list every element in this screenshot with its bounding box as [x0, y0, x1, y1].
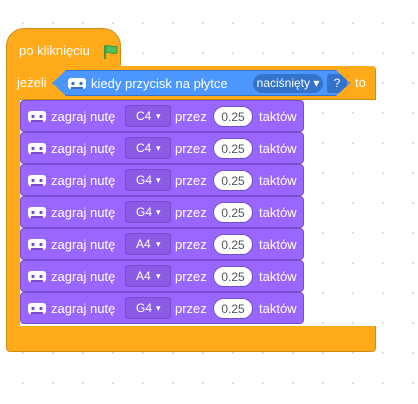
note-value: G4	[136, 173, 153, 187]
beats-input[interactable]: 0.25	[213, 138, 253, 159]
beats-unit-label: taktów	[259, 205, 297, 220]
beats-input[interactable]: 0.25	[213, 170, 253, 191]
if-label: jeżeli	[17, 75, 47, 90]
play-note-block[interactable]: zagraj nutę C4 ▾ przez 0.25 taktów	[20, 100, 304, 132]
beats-unit-label: taktów	[259, 237, 297, 252]
for-label: przez	[175, 205, 207, 220]
note-dropdown[interactable]: G4 ▾	[125, 297, 171, 319]
play-note-block[interactable]: zagraj nutę G4 ▾ przez 0.25 taktów	[20, 196, 304, 228]
play-note-label: zagraj nutę	[51, 109, 116, 124]
note-value: A4	[136, 237, 151, 251]
note-dropdown[interactable]: C4 ▾	[125, 105, 171, 127]
play-note-label: zagraj nutę	[51, 301, 116, 316]
beats-unit-label: taktów	[259, 109, 297, 124]
for-label: przez	[175, 237, 207, 252]
microbit-icon	[28, 111, 46, 122]
note-value: G4	[136, 205, 153, 219]
chevron-down-icon: ▾	[156, 271, 161, 281]
play-note-label: zagraj nutę	[51, 141, 116, 156]
chevron-down-icon: ▾	[156, 239, 161, 249]
note-value: C4	[136, 109, 152, 123]
play-note-label: zagraj nutę	[51, 173, 116, 188]
beats-input[interactable]: 0.25	[213, 106, 253, 127]
play-note-block[interactable]: zagraj nutę A4 ▾ przez 0.25 taktów	[20, 260, 304, 292]
chevron-down-icon: ▾	[156, 143, 161, 153]
when-flag-clicked-block[interactable]: po kliknięciu	[6, 28, 121, 68]
microbit-icon	[28, 239, 46, 250]
beats-input[interactable]: 0.25	[213, 234, 253, 255]
hat-label: po kliknięciu	[19, 43, 90, 58]
microbit-icon	[67, 76, 87, 91]
beats-unit-label: taktów	[259, 173, 297, 188]
note-value: A4	[136, 269, 151, 283]
then-label: to	[355, 75, 366, 90]
microbit-icon	[28, 303, 46, 314]
play-note-label: zagraj nutę	[51, 269, 116, 284]
for-label: przez	[175, 173, 207, 188]
play-note-label: zagraj nutę	[51, 205, 116, 220]
green-flag-icon	[104, 44, 118, 59]
note-value: C4	[136, 141, 152, 155]
beats-unit-label: taktów	[259, 269, 297, 284]
microbit-icon	[28, 175, 46, 186]
button-pressed-condition[interactable]: kiedy przycisk na płytce naciśnięty ▾ ?	[52, 70, 350, 96]
beats-input[interactable]: 0.25	[213, 298, 253, 319]
note-dropdown[interactable]: G4 ▾	[125, 201, 171, 223]
for-label: przez	[175, 301, 207, 316]
chevron-down-icon: ▾	[156, 175, 161, 185]
beats-unit-label: taktów	[259, 141, 297, 156]
play-note-label: zagraj nutę	[51, 237, 116, 252]
microbit-icon	[28, 207, 46, 218]
condition-label: kiedy przycisk na płytce	[91, 76, 228, 91]
beats-input[interactable]: 0.25	[213, 266, 253, 287]
play-note-block[interactable]: zagraj nutę G4 ▾ przez 0.25 taktów	[20, 292, 304, 324]
note-value: G4	[136, 301, 153, 315]
for-label: przez	[175, 141, 207, 156]
play-note-block[interactable]: zagraj nutę C4 ▾ przez 0.25 taktów	[20, 132, 304, 164]
for-label: przez	[175, 109, 207, 124]
microbit-icon	[28, 143, 46, 154]
chevron-down-icon: ▾	[156, 207, 161, 217]
note-dropdown[interactable]: G4 ▾	[125, 169, 171, 191]
note-dropdown[interactable]: A4 ▾	[125, 265, 171, 287]
button-state-dropdown[interactable]: naciśnięty ▾	[253, 74, 323, 93]
play-note-block[interactable]: zagraj nutę G4 ▾ przez 0.25 taktów	[20, 164, 304, 196]
note-dropdown[interactable]: A4 ▾	[125, 233, 171, 255]
if-block-footer	[6, 326, 376, 352]
chevron-down-icon: ▾	[156, 303, 161, 313]
if-block-arm	[6, 99, 20, 327]
beats-input[interactable]: 0.25	[213, 202, 253, 223]
microbit-icon	[28, 271, 46, 282]
note-dropdown[interactable]: C4 ▾	[125, 137, 171, 159]
for-label: przez	[175, 269, 207, 284]
chevron-down-icon: ▾	[156, 111, 161, 121]
beats-unit-label: taktów	[259, 301, 297, 316]
play-note-block[interactable]: zagraj nutę A4 ▾ przez 0.25 taktów	[20, 228, 304, 260]
